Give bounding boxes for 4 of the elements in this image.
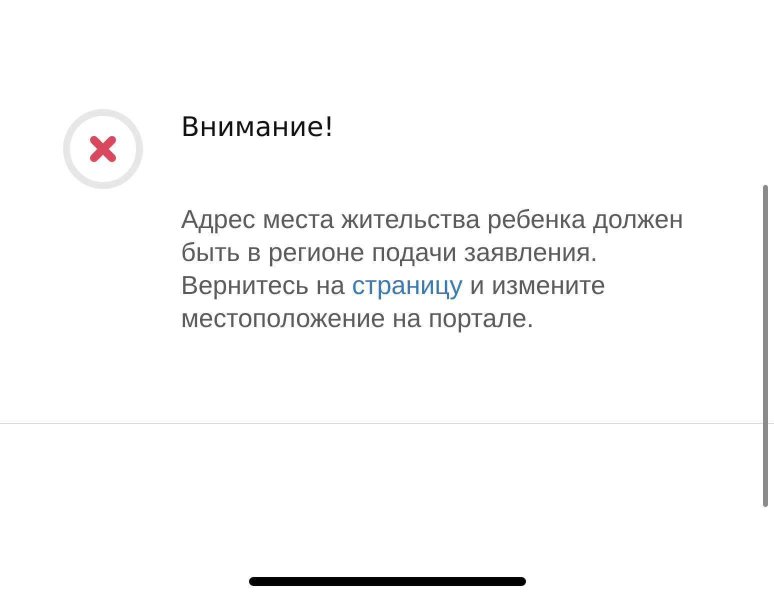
cross-icon	[63, 109, 143, 189]
alert-message: Адрес места жительства ребенка должен быть в регионе подачи заявления. Вернитесь на страницу и измените местоположение на портале.	[181, 203, 684, 335]
page-link[interactable]: страницу	[352, 270, 463, 300]
alert-title: Внимание!	[181, 112, 334, 144]
